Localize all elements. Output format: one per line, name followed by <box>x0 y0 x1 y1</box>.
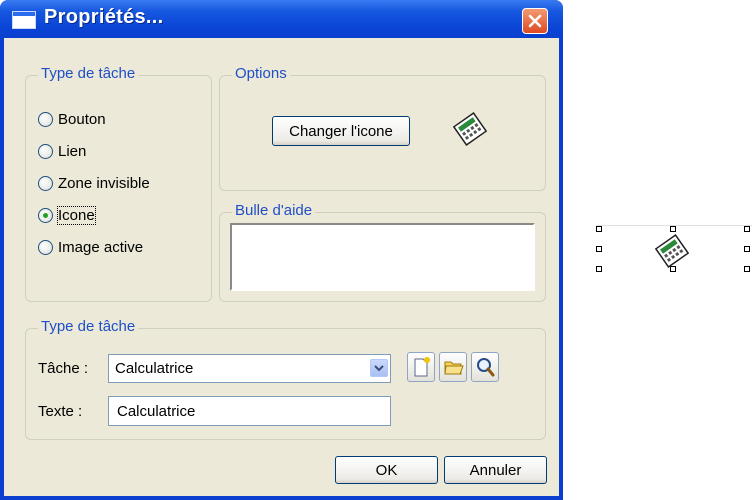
new-file-icon <box>414 357 430 377</box>
search-button[interactable] <box>471 352 499 382</box>
search-icon <box>477 358 495 377</box>
task-label: Tâche : <box>38 360 89 377</box>
dialog-body: Type de tâche Bouton Lien Zone invisible… <box>4 38 559 496</box>
change-icon-button[interactable]: Changer l'icone <box>272 116 410 146</box>
resize-handle[interactable] <box>596 246 602 252</box>
group-label: Type de tâche <box>38 65 139 82</box>
canvas-selection[interactable] <box>596 225 752 278</box>
radio-zone-invisible[interactable]: Zone invisible <box>38 172 150 194</box>
radio-circle-checked[interactable] <box>38 207 53 223</box>
radio-lien[interactable]: Lien <box>38 140 86 162</box>
calculator-icon[interactable] <box>652 234 692 268</box>
calculator-icon <box>452 112 488 146</box>
window-title: Propriétés... <box>44 6 164 28</box>
options-group: Options Changer l'icone <box>219 65 546 191</box>
title-bar[interactable]: Propriétés... <box>0 0 563 38</box>
tooltip-group: Bulle d'aide <box>219 202 546 302</box>
radio-image-active[interactable]: Image active <box>38 236 143 258</box>
resize-handle[interactable] <box>744 246 750 252</box>
radio-circle[interactable] <box>38 175 53 191</box>
ok-button[interactable]: OK <box>335 456 438 484</box>
resize-handle[interactable] <box>670 226 676 232</box>
group-label: Options <box>232 65 290 82</box>
chevron-down-icon[interactable] <box>370 359 388 377</box>
task-combobox[interactable]: Calculatrice <box>108 354 391 383</box>
radio-label: Lien <box>58 142 87 160</box>
radio-bouton[interactable]: Bouton <box>38 108 106 130</box>
resize-handle[interactable] <box>744 226 750 232</box>
resize-handle[interactable] <box>596 266 602 272</box>
group-label: Type de tâche <box>38 318 139 335</box>
radio-label: Image active <box>58 238 144 256</box>
resize-handle[interactable] <box>596 226 602 232</box>
radio-circle[interactable] <box>38 239 53 255</box>
radio-label: Zone invisible <box>58 174 150 192</box>
tooltip-textarea[interactable] <box>230 223 535 291</box>
radio-icone[interactable]: Icone <box>38 204 96 226</box>
text-input[interactable] <box>108 396 391 426</box>
close-icon <box>528 14 542 28</box>
group-label: Bulle d'aide <box>232 202 316 219</box>
text-label: Texte : <box>38 403 83 420</box>
open-folder-icon <box>444 361 464 375</box>
close-button[interactable] <box>522 8 548 34</box>
open-folder-button[interactable] <box>439 352 467 382</box>
cancel-button[interactable]: Annuler <box>444 456 547 484</box>
task-type-radio-group: Type de tâche Bouton Lien Zone invisible… <box>25 65 212 302</box>
properties-dialog: Propriétés... Type de tâche Bouton Lien … <box>0 0 563 500</box>
radio-label: Icone <box>57 205 96 225</box>
radio-circle[interactable] <box>38 111 53 127</box>
task-group: Type de tâche Tâche : Calculatrice Texte… <box>25 318 546 440</box>
radio-label: Bouton <box>58 110 106 128</box>
new-task-button[interactable] <box>407 352 435 382</box>
radio-circle[interactable] <box>38 143 53 159</box>
resize-handle[interactable] <box>744 266 750 272</box>
task-combobox-value: Calculatrice <box>115 360 194 377</box>
window-icon <box>13 12 35 28</box>
